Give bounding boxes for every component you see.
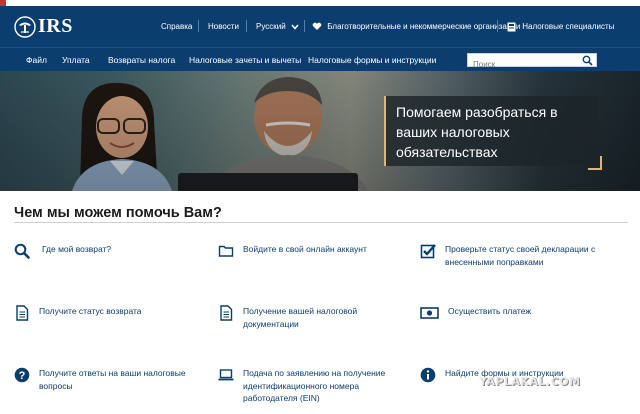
nav-refunds[interactable]: Возвраты налога [108, 55, 175, 65]
help-section-title: Чем мы можем помочь Вам? [14, 205, 222, 221]
help-item-online-account[interactable]: Войдите в свой онлайн аккаунт [218, 243, 398, 259]
search-input[interactable] [468, 58, 580, 71]
language-select[interactable]: Русский [256, 22, 299, 31]
help-link[interactable]: Справка [161, 22, 192, 31]
tax-pros-link[interactable]: Налоговые специалисты [507, 22, 614, 32]
help-item-label: Получите ответы на ваши налоговые вопрос… [39, 368, 186, 391]
checkbox-icon [420, 244, 436, 259]
divider [304, 20, 305, 32]
id-card-icon [507, 22, 516, 32]
folder-icon [218, 245, 234, 257]
help-item-make-payment[interactable]: Осуществить платеж [420, 305, 610, 321]
help-item-label: Подача по заявлению на получение идентиф… [243, 368, 386, 403]
nav-credits-deductions[interactable]: Налоговые зачеты и вычеты [189, 55, 301, 65]
language-label: Русский [256, 22, 286, 31]
help-item-label: Получите статус возврата [39, 306, 142, 316]
callout-corner [588, 156, 602, 170]
help-item-label: Получение вашей налоговой документации [243, 306, 358, 329]
irs-logo[interactable]: IRS [14, 15, 73, 38]
search-icon[interactable] [582, 55, 593, 66]
divider [497, 20, 498, 32]
nav-file[interactable]: Файл [26, 55, 47, 65]
info-icon [420, 367, 436, 383]
document-icon [16, 305, 29, 321]
help-item-amended-status[interactable]: Проверьте статус своей декларации с внес… [420, 243, 610, 268]
document-icon [220, 305, 233, 321]
help-item-refund-status[interactable]: Получите статус возврата [14, 305, 194, 321]
main-nav: Файл Уплата Возвраты налога Налоговые за… [0, 47, 640, 71]
help-item-label: Войдите в свой онлайн аккаунт [243, 244, 367, 254]
banknote-icon [420, 307, 439, 319]
chevron-down-icon [291, 24, 299, 30]
help-item-label: Осуществить платеж [448, 306, 532, 316]
nav-forms-instructions[interactable]: Налоговые формы и инструкции [308, 55, 436, 65]
question-icon: ? [14, 367, 30, 383]
help-item-tax-records[interactable]: Получение вашей налоговой документации [218, 305, 398, 330]
nav-pay[interactable]: Уплата [62, 55, 90, 65]
charities-label: Благотворительные и некоммерческие орган… [327, 22, 521, 31]
search-icon [14, 243, 30, 259]
watermark: YAPLAKAL.COM [479, 375, 581, 388]
section-divider [14, 222, 628, 223]
hands-heart-icon [312, 23, 322, 31]
svg-text:?: ? [19, 370, 26, 382]
site-header: IRS Справка Новости Русский Благотворите… [0, 6, 640, 47]
hero-callout: Помогаем разобраться в ваших налоговых о… [384, 96, 602, 170]
help-item-label: Где мой возврат? [42, 244, 112, 254]
news-link[interactable]: Новости [208, 22, 239, 31]
search-box [467, 53, 597, 71]
divider [198, 20, 199, 32]
help-item-tax-questions[interactable]: ? Получите ответы на ваши налоговые вопр… [14, 367, 204, 392]
help-item-where-refund[interactable]: Где мой возврат? [14, 243, 194, 259]
help-item-ein[interactable]: Подача по заявлению на получение идентиф… [218, 367, 408, 405]
charities-link[interactable]: Благотворительные и некоммерческие орган… [312, 22, 520, 31]
logo-text: IRS [38, 15, 73, 37]
irs-eagle-icon [14, 15, 36, 38]
divider [246, 20, 247, 32]
tax-pros-label: Налоговые специалисты [522, 22, 615, 32]
help-item-label: Проверьте статус своей декларации с внес… [445, 244, 596, 267]
laptop-icon [218, 369, 234, 381]
hero-callout-text: Помогаем разобраться в ваших налоговых о… [396, 104, 558, 160]
